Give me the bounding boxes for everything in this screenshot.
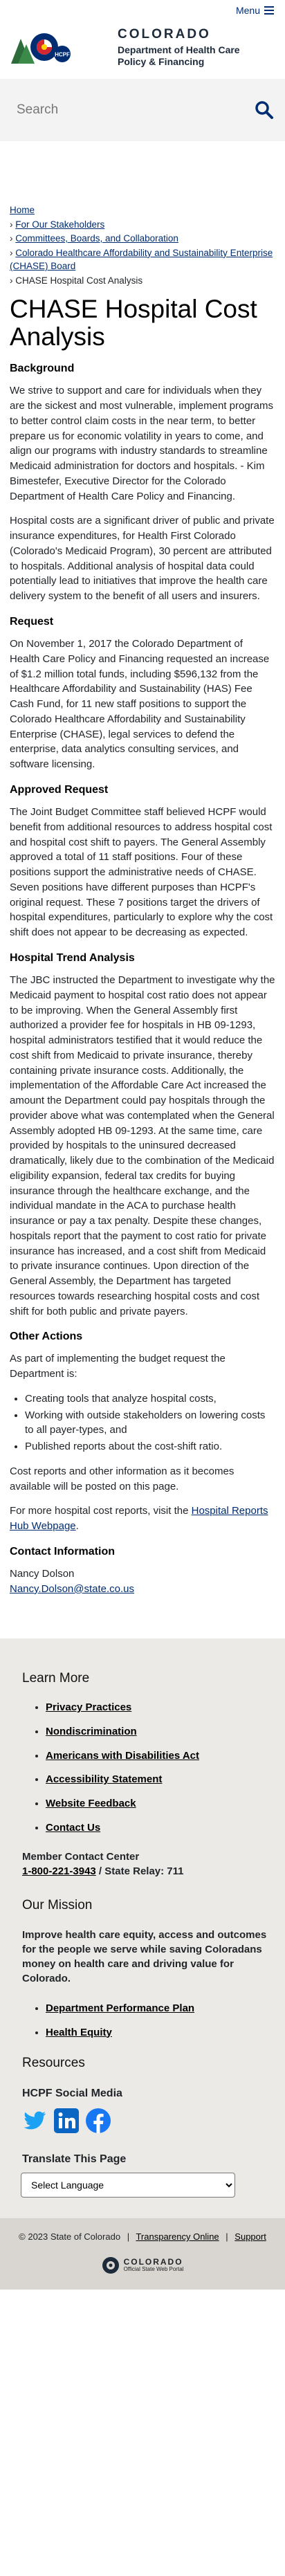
copyright-text: © 2023 State of Colorado xyxy=(19,2231,121,2242)
breadcrumb-home[interactable]: Home xyxy=(10,205,35,215)
linkedin-icon[interactable] xyxy=(53,2107,80,2135)
learn-more-heading: Learn More xyxy=(22,1670,90,1686)
accessibility-statement-link[interactable]: Accessibility Statement xyxy=(46,1773,162,1785)
list-item: Working with outside stakeholders on low… xyxy=(25,1408,275,1438)
colorado-hcpf-logo[interactable]: HCPF xyxy=(8,24,112,69)
resources-heading: Resources xyxy=(22,2056,85,2071)
trend-heading: Hospital Trend Analysis xyxy=(10,951,135,964)
breadcrumb-chase-board[interactable]: Colorado Healthcare Affordability and Su… xyxy=(10,248,273,272)
search-icon[interactable] xyxy=(255,100,274,120)
support-link[interactable]: Support xyxy=(235,2231,266,2242)
social-links xyxy=(21,2107,267,2135)
privacy-practices-link[interactable]: Privacy Practices xyxy=(46,1701,131,1713)
breadcrumb-committees[interactable]: Committees, Boards, and Collaboration xyxy=(15,233,178,244)
member-contact-label: Member Contact Center xyxy=(22,1850,140,1863)
portal-tagline: Official State Web Portal xyxy=(123,2266,184,2273)
breadcrumb: Home › For Our Stakeholders › Committees… xyxy=(10,203,275,287)
other-actions-intro: As part of implementing the budget reque… xyxy=(10,1353,226,1380)
learn-more-links: Privacy Practices Nondiscrimination Amer… xyxy=(46,1700,267,1836)
other-actions-paragraph-3: For more hospital cost reports, visit th… xyxy=(10,1504,275,1534)
nondiscrimination-link[interactable]: Nondiscrimination xyxy=(46,1726,137,1737)
website-feedback-link[interactable]: Website Feedback xyxy=(46,1798,136,1809)
search-input[interactable] xyxy=(17,102,224,118)
contact-info: Nancy Dolson Nancy.Dolson@state.co.us xyxy=(10,1566,275,1597)
performance-plan-link[interactable]: Department Performance Plan xyxy=(46,2002,194,2014)
hamburger-icon xyxy=(264,6,274,15)
state-portal-logo[interactable]: COLORADO Official State Web Portal xyxy=(7,2256,278,2274)
page-title: CHASE Hospital Cost Analysis xyxy=(10,295,257,351)
social-media-heading: HCPF Social Media xyxy=(22,2087,122,2099)
top-bar: Menu xyxy=(0,0,285,21)
breadcrumb-separator: › xyxy=(10,219,16,230)
list-item: Creating tools that analyze hospital cos… xyxy=(25,1391,275,1407)
request-heading: Request xyxy=(10,615,54,628)
breadcrumb-current: CHASE Hospital Cost Analysis xyxy=(15,275,143,286)
separator: | xyxy=(226,2231,228,2242)
request-paragraph: On November 1, 2017 the Colorado Departm… xyxy=(10,638,270,771)
ada-link[interactable]: Americans with Disabilities Act xyxy=(46,1750,199,1762)
other-actions-paragraph-2: Cost reports and other information as it… xyxy=(10,1465,235,1492)
site-header: HCPF COLORADO Department of Health Care … xyxy=(0,21,285,79)
list-item: Published reports about the cost-shift r… xyxy=(25,1439,275,1454)
mission-text: Improve health care equity, access and o… xyxy=(22,1928,267,1984)
mission-links: Department Performance Plan Health Equit… xyxy=(46,2001,267,2040)
translate-heading: Translate This Page xyxy=(22,2153,127,2165)
search-bar xyxy=(0,79,285,141)
reports-prefix-text: For more hospital cost reports, visit th… xyxy=(10,1505,192,1517)
logo-badge-text: HCPF xyxy=(55,52,70,58)
breadcrumb-separator: › xyxy=(10,247,16,258)
site-footer: Learn More Privacy Practices Nondiscrimi… xyxy=(0,1638,285,2219)
background-heading: Background xyxy=(10,363,75,375)
menu-label: Menu xyxy=(235,4,260,16)
contact-heading: Contact Information xyxy=(10,1545,115,1558)
background-paragraph-1: We strive to support and care for indivi… xyxy=(10,385,274,502)
mission-heading: Our Mission xyxy=(22,1898,93,1913)
contact-name: Nancy Dolson xyxy=(10,1568,75,1580)
language-select[interactable]: Select Language xyxy=(21,2173,235,2198)
member-phone-link[interactable]: 1-800-221-3943 xyxy=(22,1865,96,1877)
portal-text-block: COLORADO Official State Web Portal xyxy=(123,2257,184,2273)
menu-button[interactable]: Menu xyxy=(236,3,274,17)
member-contact: Member Contact Center 1-800-221-3943 / S… xyxy=(22,1849,267,1880)
brand-text: COLORADO Department of Health Care Polic… xyxy=(118,25,240,67)
bottom-bar: © 2023 State of Colorado | Transparency … xyxy=(0,2218,285,2290)
health-equity-link[interactable]: Health Equity xyxy=(46,2027,112,2038)
reports-suffix-text: . xyxy=(75,1520,79,1533)
colorado-c-icon xyxy=(102,2257,119,2274)
approved-heading: Approved Request xyxy=(10,783,109,796)
main-content: Home › For Our Stakeholders › Committees… xyxy=(0,203,285,1597)
trend-paragraph: The JBC instructed the Department to inv… xyxy=(10,974,275,1317)
breadcrumb-stakeholders[interactable]: For Our Stakeholders xyxy=(15,219,104,230)
breadcrumb-separator: › xyxy=(10,275,16,286)
state-name: COLORADO xyxy=(118,27,211,42)
background-paragraph-2: Hospital costs are a significant driver … xyxy=(10,515,275,603)
approved-paragraph: The Joint Budget Committee staff believe… xyxy=(10,806,273,939)
other-actions-list: Creating tools that analyze hospital cos… xyxy=(25,1391,275,1454)
transparency-online-link[interactable]: Transparency Online xyxy=(136,2231,219,2242)
dept-line-1: Department of Health Care xyxy=(118,44,240,55)
separator: | xyxy=(127,2231,130,2242)
dept-line-2: Policy & Financing xyxy=(118,55,205,67)
bottom-links: © 2023 State of Colorado | Transparency … xyxy=(7,2231,278,2244)
facebook-icon[interactable] xyxy=(84,2107,112,2135)
state-relay-text: / State Relay: 711 xyxy=(95,1865,184,1878)
twitter-icon[interactable] xyxy=(21,2107,48,2135)
contact-us-link[interactable]: Contact Us xyxy=(46,1822,100,1834)
contact-email-link[interactable]: Nancy.Dolson@state.co.us xyxy=(10,1583,134,1595)
breadcrumb-separator: › xyxy=(10,233,16,244)
other-actions-heading: Other Actions xyxy=(10,1331,83,1343)
